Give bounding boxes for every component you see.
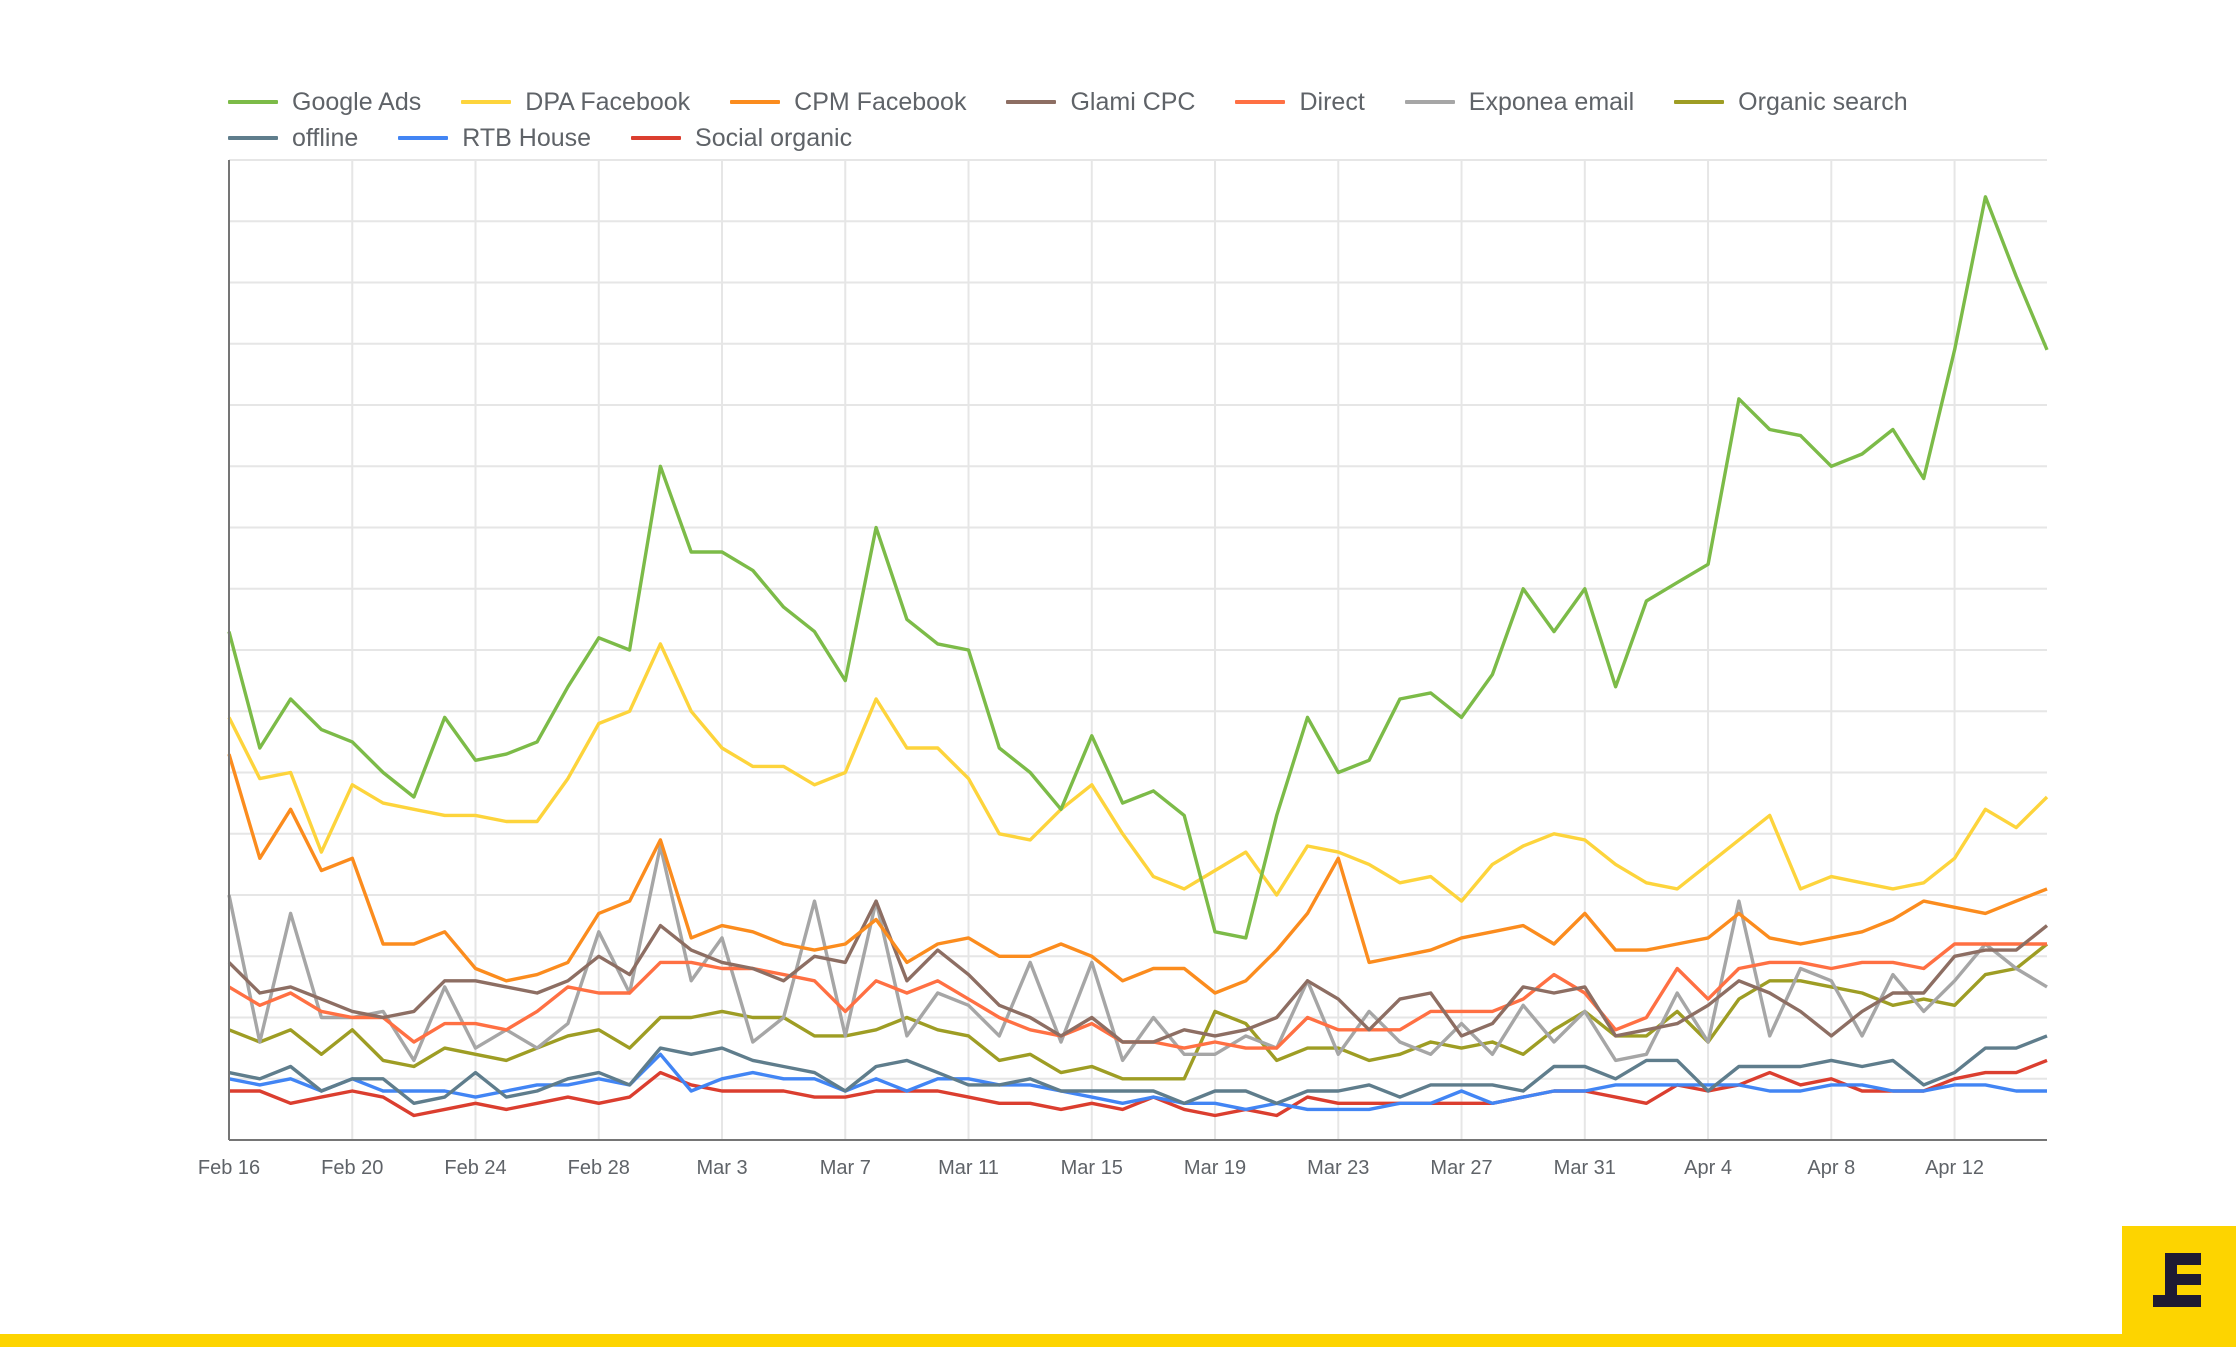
x-tick-label: Mar 7 [820, 1157, 871, 1179]
x-tick-label: Apr 12 [1925, 1157, 1984, 1179]
x-tick-label: Feb 16 [198, 1157, 260, 1179]
series-lines [227, 195, 2049, 1118]
chart-grid [229, 159, 2047, 1140]
line-chart: Feb 16 Feb 20 Feb 24 Feb 28 Mar 3 Mar 7 Mar 11… [198, 159, 2049, 1179]
x-tick-label: Mar 11 [938, 1157, 999, 1179]
x-tick-label: Mar 27 [1430, 1157, 1492, 1179]
x-tick-label: Feb 20 [321, 1157, 383, 1179]
x-tick-label: Mar 15 [1061, 1157, 1123, 1179]
x-tick-label: Feb 28 [568, 1157, 630, 1179]
x-tick-label: Apr 8 [1807, 1157, 1855, 1179]
x-tick-label: Mar 31 [1554, 1157, 1616, 1179]
x-tick-label: Mar 19 [1184, 1157, 1246, 1179]
series-line-social-organic [229, 1058, 2048, 1118]
series-line-rtb-house [228, 1052, 2047, 1112]
brand-logo [2122, 1226, 2236, 1334]
series-line-organic-search [228, 942, 2049, 1081]
x-tick-label: Mar 3 [696, 1157, 747, 1179]
series-line-offline [228, 1034, 2048, 1106]
footer-accent-bar [0, 1334, 2236, 1347]
x-tick-label: Apr 4 [1684, 1157, 1732, 1179]
x-tick-labels: Feb 16 Feb 20 Feb 24 Feb 28 Mar 3 Mar 7 Mar 11… [198, 1157, 1984, 1179]
logo-icon [2153, 1253, 2201, 1307]
x-tick-label: Mar 23 [1307, 1157, 1369, 1179]
series-line-glami-cpc [227, 899, 2049, 1044]
x-tick-label: Feb 24 [444, 1157, 506, 1179]
